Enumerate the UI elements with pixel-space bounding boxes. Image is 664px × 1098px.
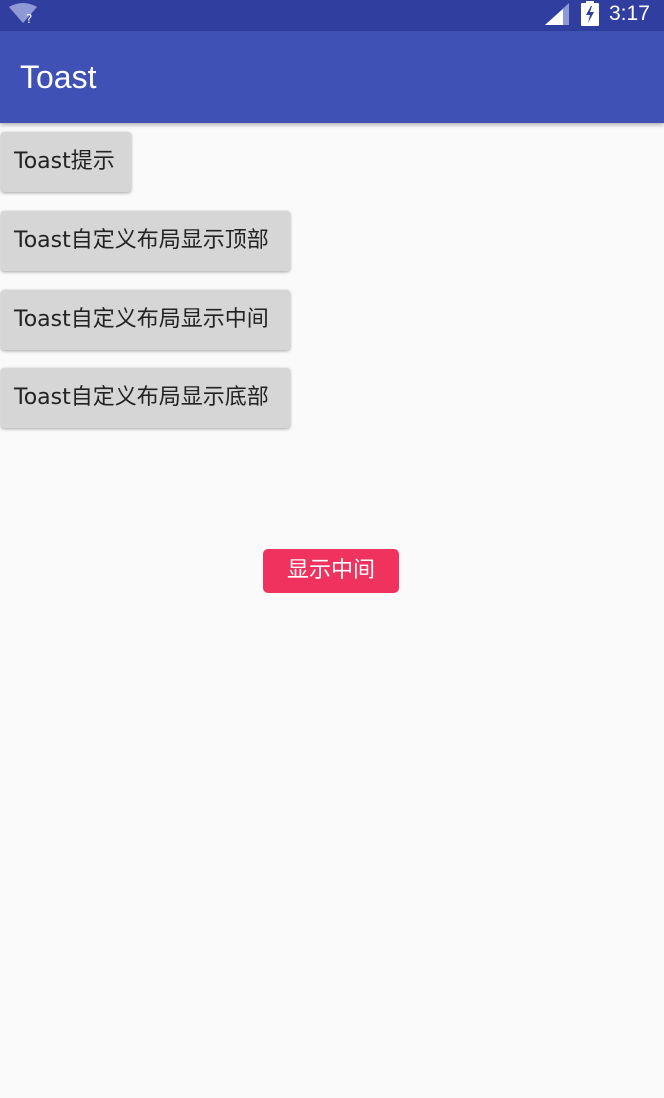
battery-charging-icon: [581, 1, 599, 26]
status-clock: 3:17: [609, 2, 650, 25]
page-title: Toast: [20, 59, 97, 95]
toast-message: 显示中间: [263, 549, 399, 593]
app-bar: Toast: [0, 31, 664, 123]
toast-bottom-button[interactable]: Toast自定义布局显示底部: [1, 368, 290, 428]
toast-center-button[interactable]: Toast自定义布局显示中间: [1, 290, 290, 350]
wifi-unknown-icon: ?: [9, 3, 37, 25]
cell-signal-icon: [545, 3, 569, 25]
toast-hint-button[interactable]: Toast提示: [1, 132, 131, 192]
svg-text:?: ?: [26, 12, 32, 25]
toast-top-button[interactable]: Toast自定义布局显示顶部: [1, 211, 290, 271]
status-bar: ? 3:17: [0, 0, 664, 31]
